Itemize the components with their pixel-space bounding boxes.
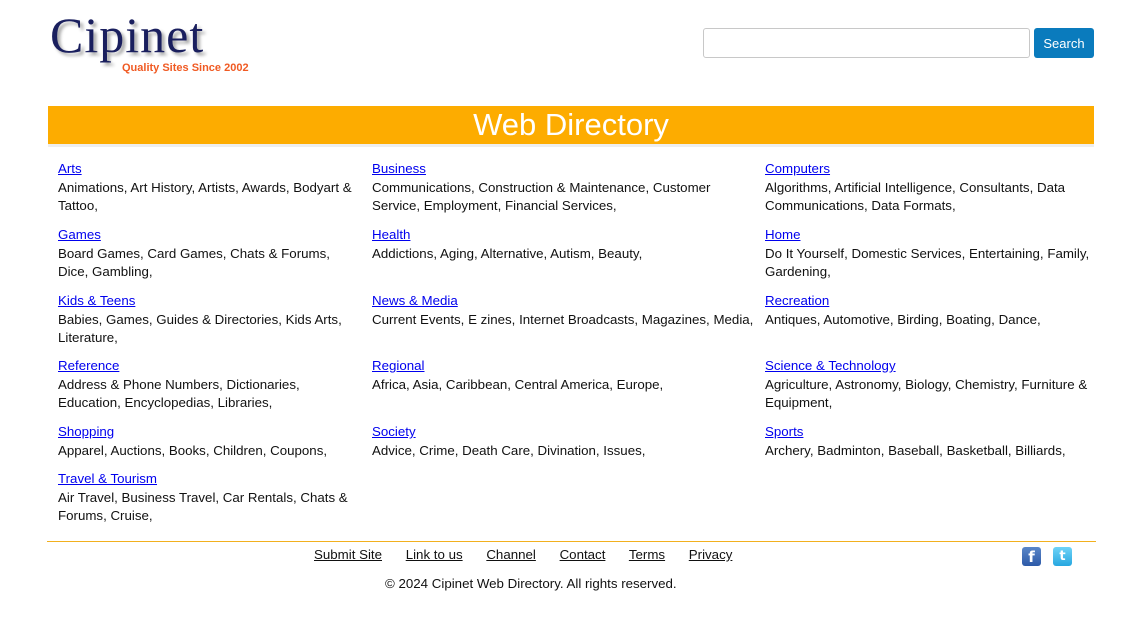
subcategories: Africa, Asia, Caribbean, Central America… [372, 376, 664, 392]
footer-nav: Submit Site Link to us Channel Contact T… [314, 547, 752, 562]
category-link[interactable]: Home [765, 227, 800, 242]
category-home: Home Do It Yourself, Domestic Services, … [765, 226, 1090, 282]
copyright-text: © 2024 Cipinet Web Directory. All rights… [385, 576, 677, 591]
category-link[interactable]: Science & Technology [765, 358, 896, 373]
site-logo[interactable]: Cipinet Quality Sites Since 2002 [48, 4, 268, 80]
subcategories: Advice, Crime, Death Care, Divination, I… [372, 442, 646, 458]
category-link[interactable]: News & Media [372, 293, 458, 308]
subcategories: Board Games, Card Games, Chats & Forums,… [58, 245, 330, 280]
category-link[interactable]: Society [372, 424, 416, 439]
footer-link-channel[interactable]: Channel [486, 547, 536, 562]
category-link[interactable]: Health [372, 227, 410, 242]
category-link[interactable]: Regional [372, 358, 425, 373]
footer-divider [47, 541, 1096, 542]
category-link[interactable]: Business [372, 161, 426, 176]
category-recreation: Recreation Antiques, Automotive, Birding… [765, 292, 1090, 329]
subcategories: Archery, Badminton, Baseball, Basketball… [765, 442, 1066, 458]
category-shopping: Shopping Apparel, Auctions, Books, Child… [58, 423, 363, 460]
logo-tagline: Quality Sites Since 2002 [122, 62, 249, 74]
banner-divider [48, 144, 1094, 147]
category-health: Health Addictions, Aging, Alternative, A… [372, 226, 762, 263]
category-arts: Arts Animations, Art History, Artists, A… [58, 160, 363, 216]
category-games: Games Board Games, Card Games, Chats & F… [58, 226, 363, 282]
subcategories: Address & Phone Numbers, Dictionaries, E… [58, 376, 300, 411]
subcategories: Apparel, Auctions, Books, Children, Coup… [58, 442, 328, 458]
footer-link-privacy[interactable]: Privacy [689, 547, 733, 562]
logo-text: Cipinet [50, 7, 205, 63]
category-reference: Reference Address & Phone Numbers, Dicti… [58, 357, 363, 413]
facebook-icon[interactable]: f [1022, 547, 1041, 566]
subcategories: Babies, Games, Guides & Directories, Kid… [58, 311, 342, 346]
subcategories: Animations, Art History, Artists, Awards… [58, 179, 352, 214]
footer-link-terms[interactable]: Terms [629, 547, 665, 562]
category-computers: Computers Algorithms, Artificial Intelli… [765, 160, 1090, 216]
subcategories: Addictions, Aging, Alternative, Autism, … [372, 245, 643, 261]
footer-link-submit-site[interactable]: Submit Site [314, 547, 382, 562]
footer-link-contact[interactable]: Contact [560, 547, 606, 562]
category-link[interactable]: Arts [58, 161, 82, 176]
footer-link-link-to-us[interactable]: Link to us [406, 547, 463, 562]
search-button[interactable]: Search [1034, 28, 1094, 58]
page-title-banner: Web Directory [48, 106, 1094, 144]
category-link[interactable]: Reference [58, 358, 119, 373]
category-link[interactable]: Games [58, 227, 101, 242]
category-link[interactable]: Travel & Tourism [58, 471, 157, 486]
category-news-media: News & Media Current Events, E zines, In… [372, 292, 762, 329]
subcategories: Algorithms, Artificial Intelligence, Con… [765, 179, 1066, 214]
search-input[interactable] [703, 28, 1030, 58]
subcategories: Antiques, Automotive, Birding, Boating, … [765, 311, 1041, 327]
category-business: Business Communications, Construction & … [372, 160, 762, 216]
category-travel-tourism: Travel & Tourism Air Travel, Business Tr… [58, 470, 363, 526]
category-kids-teens: Kids & Teens Babies, Games, Guides & Dir… [58, 292, 363, 348]
subcategories: Do It Yourself, Domestic Services, Enter… [765, 245, 1090, 280]
category-link[interactable]: Shopping [58, 424, 114, 439]
category-regional: Regional Africa, Asia, Caribbean, Centra… [372, 357, 762, 394]
category-sports: Sports Archery, Badminton, Baseball, Bas… [765, 423, 1090, 460]
category-link[interactable]: Sports [765, 424, 803, 439]
subcategories: Current Events, E zines, Internet Broadc… [372, 311, 754, 327]
category-link[interactable]: Kids & Teens [58, 293, 135, 308]
subcategories: Communications, Construction & Maintenan… [372, 179, 711, 214]
twitter-icon[interactable]: t [1053, 547, 1072, 566]
subcategories: Agriculture, Astronomy, Biology, Chemist… [765, 376, 1088, 411]
category-link[interactable]: Computers [765, 161, 830, 176]
subcategories: Air Travel, Business Travel, Car Rentals… [58, 489, 348, 524]
category-society: Society Advice, Crime, Death Care, Divin… [372, 423, 762, 460]
category-science-technology: Science & Technology Agriculture, Astron… [765, 357, 1090, 413]
category-link[interactable]: Recreation [765, 293, 829, 308]
